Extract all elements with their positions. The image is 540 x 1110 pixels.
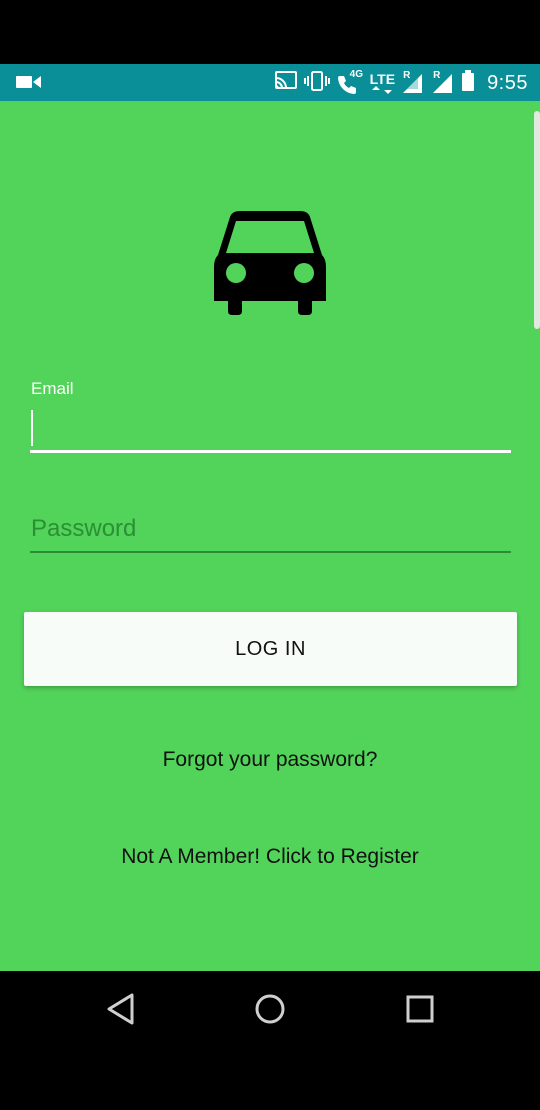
- signal-icon: R: [431, 70, 455, 94]
- password-placeholder: Password: [31, 515, 137, 542]
- home-icon[interactable]: [253, 991, 287, 1032]
- battery-icon: [461, 69, 475, 97]
- status-icons: 4G LTE R R 9:55: [274, 69, 528, 97]
- forgot-password-link[interactable]: Forgot your password?: [0, 748, 540, 772]
- recents-icon[interactable]: [403, 991, 437, 1032]
- scroll-indicator: [534, 111, 540, 329]
- bottom-letterbox: [0, 1046, 540, 1110]
- signal-icon: R: [401, 70, 425, 94]
- top-letterbox: [0, 0, 540, 64]
- email-field[interactable]: [30, 403, 511, 453]
- vibrate-icon: [303, 70, 330, 97]
- cast-icon: [274, 70, 298, 97]
- wifi-calling-icon: 4G: [336, 69, 364, 95]
- register-link[interactable]: Not A Member! Click to Register: [0, 845, 540, 869]
- network-type-label: LTE: [369, 71, 396, 87]
- roaming-label: R: [433, 70, 441, 81]
- network-4g-label: 4G: [349, 69, 363, 80]
- login-screen: Email Password LOG IN Forgot your passwo…: [0, 101, 540, 971]
- status-time: 9:55: [487, 71, 528, 94]
- lte-icon: LTE: [370, 72, 395, 94]
- video-camera-icon: [16, 74, 42, 95]
- navigation-bar: [0, 971, 540, 1046]
- back-icon[interactable]: [104, 991, 138, 1032]
- email-label: Email: [31, 379, 74, 398]
- login-button[interactable]: LOG IN: [24, 612, 517, 686]
- text-cursor: [31, 410, 33, 446]
- phone-screen: 4G LTE R R 9:55 Email Password LOG IN Fo…: [0, 0, 540, 1110]
- roaming-label: R: [403, 70, 411, 81]
- car-icon: [212, 207, 328, 315]
- status-bar: 4G LTE R R 9:55: [0, 64, 540, 101]
